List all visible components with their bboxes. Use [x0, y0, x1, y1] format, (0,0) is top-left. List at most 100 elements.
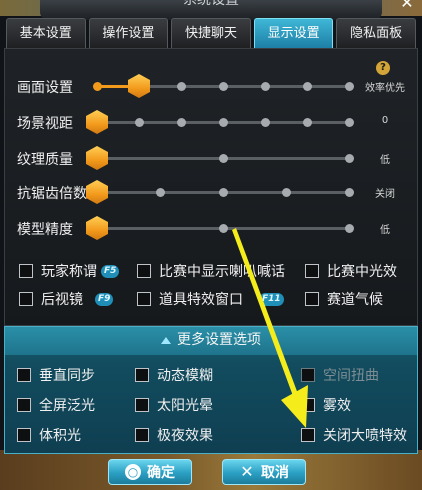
slider-knob[interactable] [86, 216, 108, 240]
slider-tick[interactable] [261, 82, 270, 91]
close-x-icon[interactable]: ✕ [398, 0, 416, 12]
checkbox[interactable] [305, 292, 319, 306]
display-settings-panel: ? 画面设置 效率优先 场景视距 0 纹理质量 低 抗锯齿倍数 关闭 模型精度 … [4, 48, 418, 326]
slider-tick[interactable] [303, 118, 312, 127]
checkbox[interactable] [19, 264, 33, 278]
slider-tick[interactable] [345, 188, 354, 197]
option-volumetric-light[interactable]: 体积光 [17, 425, 81, 445]
option-fog[interactable]: 雾效 [301, 395, 351, 415]
option-polar-night[interactable]: 极夜效果 [135, 425, 213, 445]
slider-row-graphics: 画面设置 效率优先 [5, 73, 419, 99]
slider-tick[interactable] [303, 82, 312, 91]
checkbox[interactable] [137, 292, 151, 306]
option-label: 后视镜 [41, 292, 83, 308]
slider-value: 效率优先 [365, 83, 405, 94]
model-precision-slider[interactable] [86, 216, 354, 240]
hotkey-badge: F5 [101, 264, 120, 278]
checkbox[interactable] [17, 368, 31, 382]
checkbox[interactable] [135, 368, 149, 382]
slider-tick[interactable] [177, 118, 186, 127]
tab-control-settings[interactable]: 操作设置 [88, 18, 169, 48]
slider-tick[interactable] [93, 82, 102, 91]
option-sun-halo[interactable]: 太阳光晕 [135, 395, 213, 415]
slider-tick[interactable] [219, 82, 228, 91]
checkbox[interactable] [301, 398, 315, 412]
antialiasing-slider[interactable] [86, 180, 354, 204]
checkbox[interactable] [301, 428, 315, 442]
cancel-button-label: 取消 [261, 465, 289, 481]
slider-label: 纹理质量 [17, 152, 73, 168]
checkbox[interactable] [135, 398, 149, 412]
slider-tick[interactable] [345, 118, 354, 127]
option-rear-mirror[interactable]: 后视镜 F9 [19, 289, 114, 309]
option-track-weather[interactable]: 赛道气候 [305, 289, 383, 309]
option-label: 体积光 [39, 428, 81, 444]
tab-privacy-panel[interactable]: 隐私面板 [336, 18, 416, 48]
option-show-horn-shout[interactable]: 比赛中显示喇叭喊话 [137, 261, 285, 281]
slider-value: 0 [381, 115, 389, 126]
slider-tick[interactable] [177, 82, 186, 91]
tab-quick-chat[interactable]: 快捷聊天 [171, 18, 251, 48]
slider-tick[interactable] [156, 188, 165, 197]
more-settings-toggle[interactable]: 更多设置选项 [5, 327, 417, 355]
settings-window: 系统设置 ✕ 基本设置 操作设置 快捷聊天 显示设置 隐私面板 ? 画面设置 效… [0, 0, 422, 490]
cancel-button[interactable]: ✕ 取消 [222, 459, 306, 485]
option-race-light-effect[interactable]: 比赛中光效 [305, 261, 397, 281]
option-label: 比赛中显示喇叭喊话 [159, 264, 285, 280]
slider-tick[interactable] [345, 82, 354, 91]
slider-knob[interactable] [86, 110, 108, 134]
option-label: 太阳光晕 [157, 398, 213, 414]
slider-tick[interactable] [219, 224, 228, 233]
slider-label: 模型精度 [17, 222, 73, 238]
more-settings-title: 更多设置选项 [177, 332, 261, 348]
option-label: 空间扭曲 [323, 368, 379, 384]
slider-tick[interactable] [219, 154, 228, 163]
slider-tick[interactable] [345, 224, 354, 233]
slider-tick[interactable] [261, 118, 270, 127]
tab-basic-settings[interactable]: 基本设置 [6, 18, 86, 48]
graphics-slider[interactable] [93, 74, 354, 98]
view-distance-slider[interactable] [86, 110, 354, 134]
option-label: 比赛中光效 [327, 264, 397, 280]
option-label: 垂直同步 [39, 368, 95, 384]
slider-row-model-precision: 模型精度 低 [5, 215, 419, 241]
option-vsync[interactable]: 垂直同步 [17, 365, 95, 385]
option-label: 全屏泛光 [39, 398, 95, 414]
checkbox[interactable] [17, 428, 31, 442]
option-fullscreen-bloom[interactable]: 全屏泛光 [17, 395, 95, 415]
x-icon: ✕ [240, 462, 254, 481]
checkbox[interactable] [137, 264, 151, 278]
slider-tick[interactable] [219, 118, 228, 127]
chevron-up-icon [161, 336, 171, 344]
more-settings-options: 垂直同步 动态模糊 空间扭曲 全屏泛光 太阳光晕 雾效 体积光 极夜效果 关闭大… [5, 355, 417, 453]
checkbox[interactable] [305, 264, 319, 278]
option-item-effect-window[interactable]: 道具特效窗口 F11 [137, 289, 284, 309]
slider-tick[interactable] [282, 188, 291, 197]
slider-tick[interactable] [345, 154, 354, 163]
window-title-bar: 系统设置 [40, 0, 382, 20]
option-label: 玩家称谓 [41, 264, 97, 280]
option-motion-blur[interactable]: 动态模糊 [135, 365, 213, 385]
checkbox[interactable] [17, 398, 31, 412]
checkbox [301, 368, 315, 382]
option-label: 动态模糊 [157, 368, 213, 384]
slider-label: 场景视距 [17, 116, 73, 132]
option-disable-nitro-effect[interactable]: 关闭大喷特效 [301, 425, 407, 445]
texture-quality-slider[interactable] [86, 146, 354, 170]
slider-row-texture-quality: 纹理质量 低 [5, 145, 419, 171]
slider-tick[interactable] [135, 118, 144, 127]
checkbox[interactable] [135, 428, 149, 442]
option-player-title[interactable]: 玩家称谓 F5 [19, 261, 120, 281]
option-label: 道具特效窗口 [159, 292, 243, 308]
slider-tick[interactable] [219, 188, 228, 197]
tab-display-settings[interactable]: 显示设置 [253, 18, 334, 48]
slider-knob[interactable] [86, 146, 108, 170]
slider-value: 低 [380, 155, 390, 166]
circle-icon: ○ [125, 464, 141, 480]
ok-button[interactable]: ○ 确定 [108, 459, 192, 485]
slider-knob[interactable] [86, 180, 108, 204]
checkbox[interactable] [19, 292, 33, 306]
more-settings-section: 更多设置选项 垂直同步 动态模糊 空间扭曲 全屏泛光 太阳光晕 雾效 体积光 极… [4, 326, 418, 454]
slider-knob[interactable] [128, 74, 150, 98]
slider-label: 画面设置 [17, 80, 73, 96]
